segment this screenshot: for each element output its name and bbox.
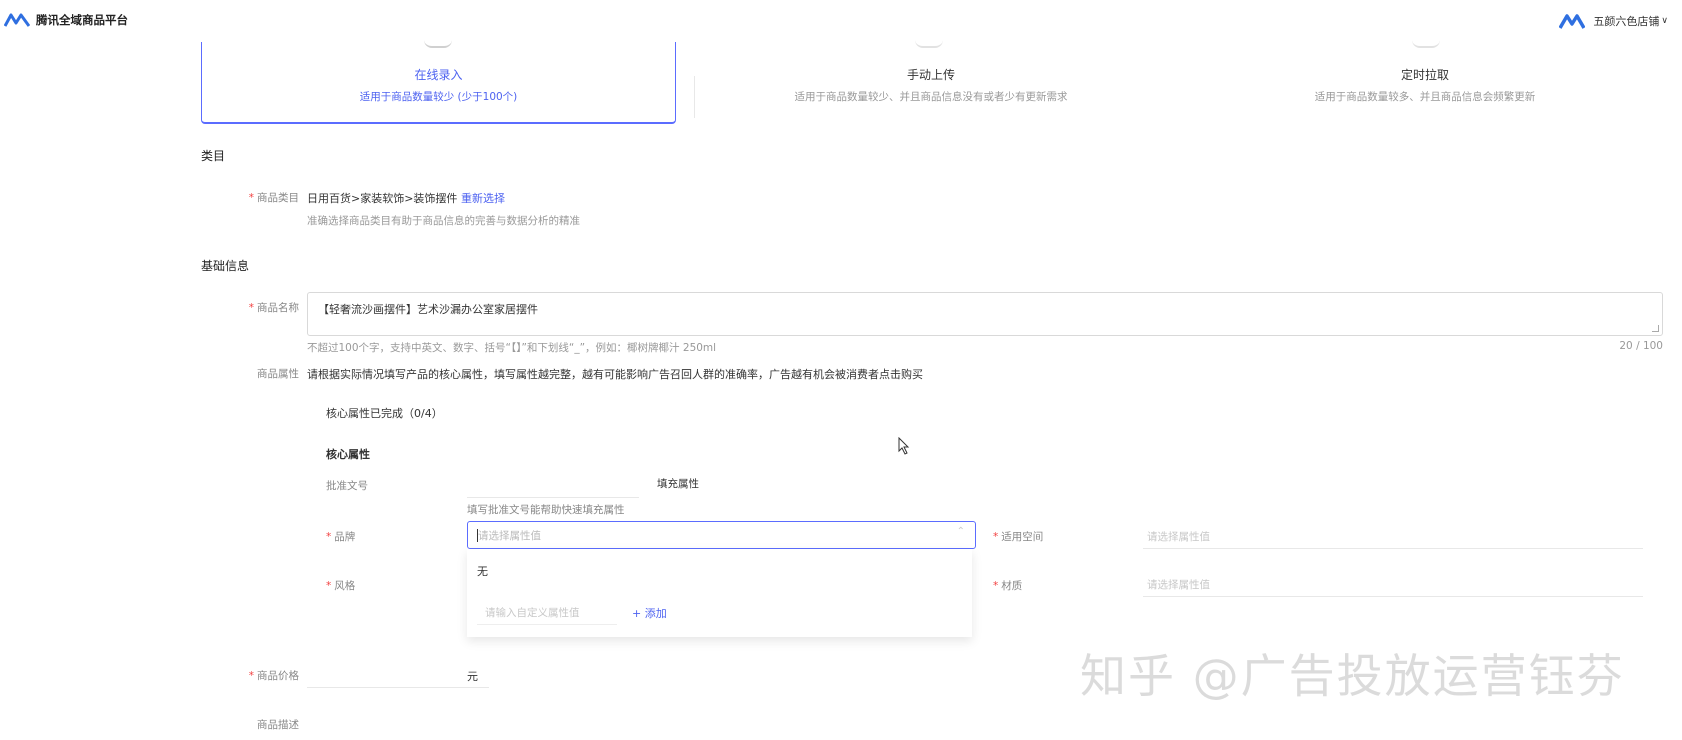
method-title: 定时拉取 — [1400, 68, 1449, 82]
category-heading: 类目 — [201, 149, 226, 163]
material-placeholder: 请选择属性值 — [1147, 579, 1210, 591]
chevron-down-icon: ∨ — [1661, 16, 1668, 26]
space-select[interactable]: 请选择属性值 — [1143, 521, 1643, 549]
product-name-value: 【轻奢流沙画摆件】艺术沙漏办公室家居摆件 — [318, 303, 538, 316]
product-attr-label: 商品属性 — [257, 368, 299, 380]
dropdown-option-none[interactable]: 无 — [477, 563, 488, 579]
method-card-scheduled[interactable]: 定时拉取 适用于商品数量较多、并且商品信息会频繁更新 — [1180, 42, 1670, 124]
product-name-textarea[interactable]: 【轻奢流沙画摆件】艺术沙漏办公室家居摆件 — [307, 292, 1663, 336]
text-caret — [477, 529, 478, 542]
price-unit: 元 — [467, 670, 478, 683]
brand-dropdown: 无 请输入自定义属性值 + 添加 — [467, 549, 972, 637]
product-name-counter: 20 / 100 — [1619, 340, 1663, 352]
method-title: 在线录入 — [414, 68, 463, 82]
method-card-manual[interactable]: 手动上传 适用于商品数量较少、并且商品信息没有或者少有更新需求 — [700, 42, 1162, 124]
brand-logo-icon — [4, 13, 30, 27]
price-input[interactable] — [307, 660, 489, 688]
material-select[interactable]: 请选择属性值 — [1143, 569, 1643, 597]
custom-attr-placeholder: 请输入自定义属性值 — [485, 607, 580, 619]
core-attr-title: 核心属性 — [326, 448, 370, 461]
material-label: * 材质 — [993, 580, 1023, 592]
store-switcher[interactable]: 五颜六色店铺 ∨ — [1559, 13, 1668, 29]
brand-placeholder: 请选择属性值 — [478, 530, 541, 542]
watermark-text: 知乎 @广告投放运营钰芬 — [1080, 649, 1625, 703]
app-title: 腾讯全域商品平台 — [36, 13, 128, 27]
core-attr-progress: 核心属性已完成（0/4） — [326, 407, 443, 420]
card-divider — [694, 76, 695, 118]
product-name-hint: 不超过100个字，支持中英文、数字、括号“【】”和下划线“_”，例如：椰树牌椰汁… — [307, 342, 717, 354]
category-value: 日用百货>家装软饰>装饰摆件 — [307, 192, 458, 205]
approval-label: 批准文号 — [326, 480, 368, 492]
approval-hint: 填写批准文号能帮助快速填充属性 — [467, 504, 625, 516]
product-attr-desc: 请根据实际情况填写产品的核心属性，填写属性越完整，越有可能影响广告召回人群的准确… — [307, 368, 923, 381]
basic-info-heading: 基础信息 — [201, 259, 250, 273]
category-label: * 商品类目 — [248, 192, 299, 204]
method-title: 手动上传 — [906, 68, 955, 82]
space-placeholder: 请选择属性值 — [1147, 531, 1210, 543]
space-label: * 适用空间 — [993, 531, 1044, 543]
method-desc: 适用于商品数量较多、并且商品信息会频繁更新 — [1314, 91, 1536, 103]
mouse-cursor-icon — [898, 437, 910, 455]
reselect-category-link[interactable]: 重新选择 — [461, 190, 505, 206]
app-logo[interactable]: 腾讯全域商品平台 — [4, 12, 128, 28]
brand-label: * 品牌 — [326, 531, 356, 543]
custom-attr-input[interactable]: 请输入自定义属性值 — [477, 597, 617, 625]
brand-select[interactable]: 请选择属性值 ⌃ — [467, 521, 976, 549]
description-label: 商品描述 — [257, 719, 299, 731]
style-label: * 风格 — [326, 580, 356, 592]
price-label: * 商品价格 — [248, 670, 299, 682]
resize-handle-icon[interactable] — [1652, 325, 1659, 332]
approval-input[interactable] — [467, 470, 639, 498]
method-desc: 适用于商品数量较少、并且商品信息没有或者少有更新需求 — [794, 91, 1068, 103]
product-name-label: * 商品名称 — [248, 302, 299, 314]
store-logo-icon — [1559, 14, 1586, 29]
store-name: 五颜六色店铺 — [1593, 15, 1660, 28]
method-desc: 适用于商品数量较少 (少于100个) — [359, 91, 518, 103]
chevron-up-icon: ⌃ — [956, 526, 965, 537]
category-hint: 准确选择商品类目有助于商品信息的完善与数据分析的精准 — [307, 215, 580, 227]
fill-attr-button[interactable]: 填充属性 — [647, 470, 709, 498]
add-custom-attr-button[interactable]: + 添加 — [632, 605, 667, 621]
method-card-online[interactable]: 在线录入 适用于商品数量较少 (少于100个) — [201, 42, 676, 124]
